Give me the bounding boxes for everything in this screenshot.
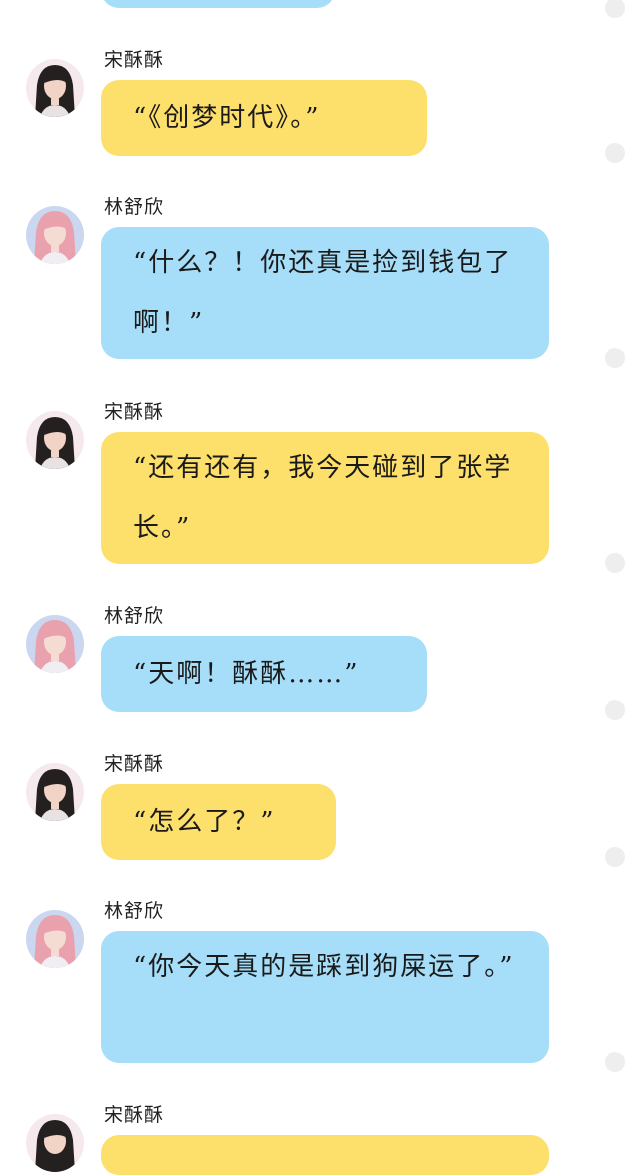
message-bubble[interactable]: “《创梦时代》。” bbox=[101, 80, 427, 156]
avatar-lin-icon bbox=[26, 910, 84, 968]
scroll-dot bbox=[605, 143, 625, 163]
sender-name: 宋酥酥 bbox=[104, 1104, 165, 1126]
chat-area: 宋酥酥 “《创梦时代》。” 林舒欣 “什么？！你还真是捡到钱包了啊！” 宋酥酥 … bbox=[0, 0, 640, 1175]
message-bubble[interactable]: “怎么了？” bbox=[101, 784, 336, 860]
scroll-dot bbox=[605, 847, 625, 867]
avatar-song[interactable] bbox=[26, 411, 84, 469]
avatar-song-icon bbox=[26, 763, 84, 821]
avatar-lin-icon bbox=[26, 615, 84, 673]
message-bubble[interactable]: “还有还有，我今天碰到了张学长。” bbox=[101, 432, 549, 564]
scroll-dot bbox=[605, 1052, 625, 1072]
avatar-song-icon bbox=[26, 59, 84, 117]
sender-name: 林舒欣 bbox=[104, 196, 165, 218]
avatar-song[interactable] bbox=[26, 763, 84, 821]
message-bubble[interactable]: “天啊！酥酥……” bbox=[101, 636, 427, 712]
sender-name: 林舒欣 bbox=[104, 900, 165, 922]
avatar-lin[interactable] bbox=[26, 910, 84, 968]
avatar-song[interactable] bbox=[26, 1114, 84, 1172]
message-bubble[interactable]: “什么？！你还真是捡到钱包了啊！” bbox=[101, 227, 549, 359]
scroll-dot bbox=[605, 0, 625, 18]
scroll-dot bbox=[605, 700, 625, 720]
avatar-song[interactable] bbox=[26, 59, 84, 117]
message-bubble[interactable]: “你今天真的是踩到狗屎运了。” bbox=[101, 931, 549, 1063]
sender-name: 宋酥酥 bbox=[104, 49, 165, 71]
avatar-song-icon bbox=[26, 1114, 84, 1172]
avatar-lin[interactable] bbox=[26, 206, 84, 264]
sender-name: 宋酥酥 bbox=[104, 401, 165, 423]
avatar-lin[interactable] bbox=[26, 615, 84, 673]
sender-name: 宋酥酥 bbox=[104, 753, 165, 775]
scroll-dot bbox=[605, 553, 625, 573]
scroll-dot bbox=[605, 348, 625, 368]
sender-name: 林舒欣 bbox=[104, 605, 165, 627]
avatar-lin-icon bbox=[26, 206, 84, 264]
previous-message-bubble[interactable] bbox=[101, 0, 335, 8]
message-bubble[interactable] bbox=[101, 1135, 549, 1175]
avatar-song-icon bbox=[26, 411, 84, 469]
